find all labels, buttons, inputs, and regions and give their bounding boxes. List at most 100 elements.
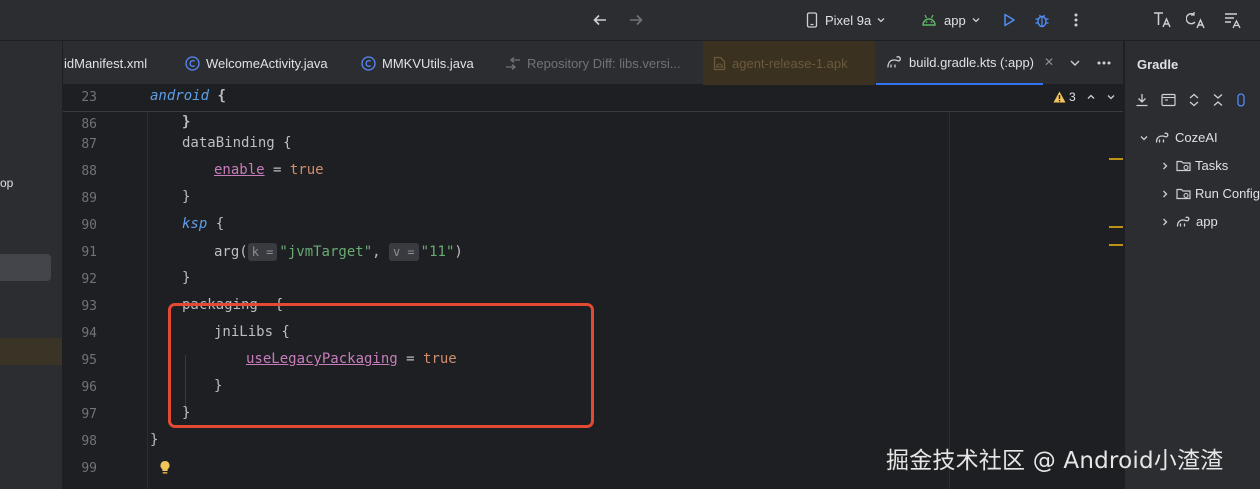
device-selector[interactable]: Pixel 9a — [806, 8, 886, 32]
play-icon — [1001, 12, 1017, 28]
keyword-android: android — [150, 88, 210, 104]
collapse-all-icon[interactable] — [1212, 93, 1224, 107]
parameter-hint: k = — [247, 243, 278, 261]
gradle-tree-root[interactable]: CozeAI — [1139, 130, 1218, 145]
download-sources-icon[interactable] — [1135, 93, 1149, 107]
more-options-icon[interactable] — [1064, 8, 1088, 32]
scroll-marker[interactable] — [1109, 158, 1123, 160]
tab-android-manifest[interactable]: idManifest.xml — [64, 41, 147, 85]
apk-icon — [713, 56, 726, 71]
tree-label: Tasks — [1195, 158, 1229, 173]
chevron-right-icon — [1160, 189, 1170, 199]
line-number: 99 — [81, 461, 97, 476]
gradle-panel-title: Gradle — [1137, 57, 1179, 72]
translate-to-icon[interactable] — [1185, 8, 1209, 32]
run-button[interactable] — [997, 8, 1021, 32]
keyword-ksp: ksp — [182, 216, 208, 232]
gutter-divider — [147, 85, 148, 489]
code-text: { — [217, 88, 226, 104]
link-icon[interactable] — [1236, 93, 1246, 107]
code-line-91: arg(k = "jvmTarget", v = "11") — [214, 243, 463, 261]
code-text: { — [207, 216, 225, 232]
java-class-icon — [361, 55, 376, 71]
inspection-widget[interactable]: 3 — [1053, 90, 1116, 104]
project-highlight-item[interactable] — [0, 338, 62, 365]
execute-task-icon[interactable] — [1161, 93, 1176, 107]
project-panel: op — [0, 41, 63, 489]
tab-repository-diff[interactable]: Repository Diff: libs.versi... — [505, 41, 681, 85]
chevron-down-icon — [1069, 57, 1081, 69]
string-literal: "jvmTarget" — [279, 244, 373, 260]
translate-doc-icon[interactable] — [1221, 8, 1245, 32]
code-line-86: } — [182, 114, 190, 130]
sticky-scope-header[interactable]: 23 android { 3 — [63, 85, 1123, 112]
project-item-label[interactable]: op — [0, 176, 13, 190]
code-line-98: } — [150, 432, 159, 448]
gradle-elephant-icon — [1176, 215, 1192, 228]
scroll-marker[interactable] — [1109, 244, 1123, 246]
line-number: 98 — [81, 434, 97, 449]
tab-agent-release-apk[interactable]: agent-release-1.apk — [703, 41, 875, 85]
code-editor[interactable]: 86 } 87 dataBinding { 88 enable = true 8… — [63, 85, 1123, 489]
translate-icon[interactable] — [1150, 8, 1174, 32]
highlight-annotation-box — [168, 303, 594, 428]
phone-icon — [806, 12, 818, 28]
tab-mmkv-utils[interactable]: MMKVUtils.java — [361, 41, 474, 85]
operator: = — [264, 162, 290, 178]
tab-welcome-activity[interactable]: WelcomeActivity.java — [185, 41, 328, 85]
line-number: 91 — [81, 245, 97, 260]
tree-label: CozeAI — [1175, 130, 1218, 145]
chevron-down-icon — [971, 15, 981, 25]
parameter-hint: v = — [388, 243, 419, 261]
line-number: 89 — [81, 191, 97, 206]
tab-list-dropdown[interactable] — [1069, 41, 1081, 85]
line-number: 88 — [81, 164, 97, 179]
sticky-code: android { — [150, 88, 226, 104]
java-class-icon — [185, 55, 200, 71]
chevron-right-icon — [1160, 217, 1170, 227]
tab-more-icon[interactable] — [1097, 41, 1111, 85]
line-number: 97 — [81, 407, 97, 422]
gradle-tree-run-configurations[interactable]: Run Configu — [1160, 186, 1260, 201]
run-config-selector[interactable]: app — [921, 8, 981, 32]
tree-label: Run Configu — [1195, 186, 1260, 201]
code-line-87: dataBinding { — [182, 135, 292, 151]
device-name: Pixel 9a — [825, 12, 872, 28]
code-line-88: enable = true — [214, 162, 324, 178]
tab-label: Repository Diff: libs.versi... — [527, 55, 681, 71]
property-enable: enable — [214, 162, 265, 178]
run-config-name: app — [944, 12, 966, 28]
expand-all-icon[interactable] — [1188, 93, 1200, 107]
line-number: 86 — [81, 117, 97, 132]
diff-icon — [505, 56, 521, 71]
chevron-up-icon[interactable] — [1086, 92, 1096, 102]
lightbulb-icon[interactable] — [159, 460, 171, 479]
line-number: 92 — [81, 272, 97, 287]
gradle-tree-tasks[interactable]: Tasks — [1160, 158, 1228, 173]
line-number: 96 — [81, 380, 97, 395]
project-selected-item[interactable] — [0, 254, 51, 281]
forward-arrow-icon[interactable] — [624, 8, 648, 32]
line-number: 95 — [81, 353, 97, 368]
gradle-icon — [886, 55, 903, 69]
tab-label: agent-release-1.apk — [732, 55, 848, 71]
gradle-toolbar — [1135, 93, 1246, 107]
chevron-right-icon — [1160, 161, 1170, 171]
scroll-marker[interactable] — [1109, 226, 1123, 228]
boolean-value: true — [289, 162, 324, 178]
gradle-tool-window: Gradle CozeAI Tasks Run Config app — [1124, 41, 1260, 489]
line-number: 87 — [81, 137, 97, 152]
gradle-tree-app[interactable]: app — [1160, 214, 1218, 229]
main-toolbar: Pixel 9a app — [0, 0, 1260, 41]
string-literal: "11" — [420, 244, 455, 260]
tab-build-gradle[interactable]: build.gradle.kts (:app) ✕ — [876, 41, 1054, 85]
back-arrow-icon[interactable] — [588, 8, 612, 32]
editor-tabs: idManifest.xml WelcomeActivity.java MMKV… — [63, 41, 1123, 85]
close-tab-icon[interactable]: ✕ — [1044, 55, 1054, 69]
chevron-down-icon[interactable] — [1106, 92, 1116, 102]
folder-gear-icon — [1176, 159, 1191, 172]
debug-button[interactable] — [1030, 8, 1054, 32]
code-line-90: ksp { — [182, 216, 224, 232]
code-line-89: } — [182, 189, 191, 205]
line-number: 94 — [81, 326, 97, 341]
